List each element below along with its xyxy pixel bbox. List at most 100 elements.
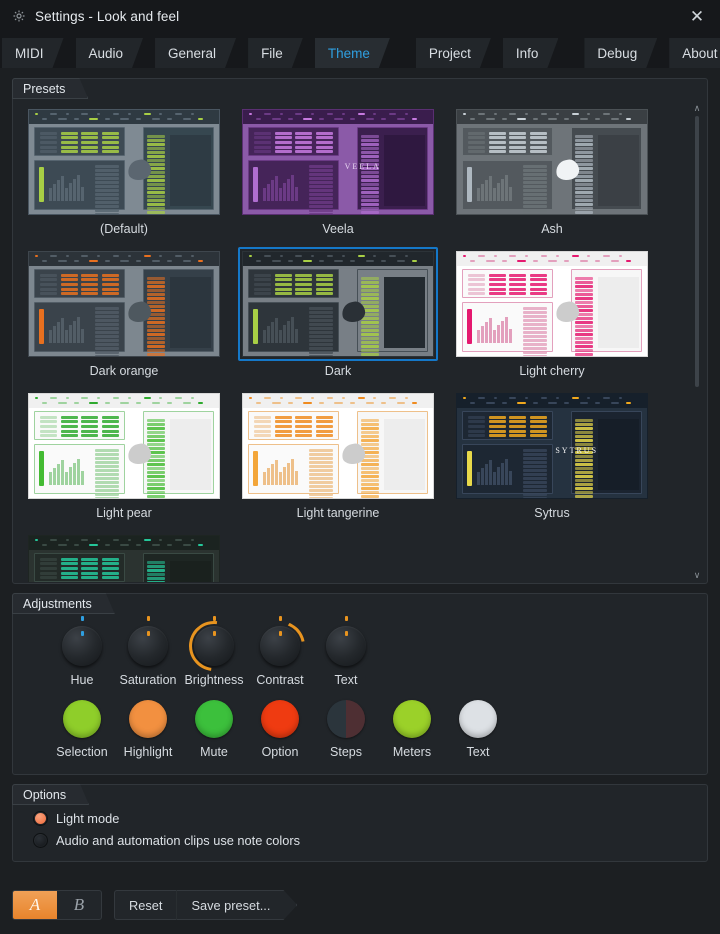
gear-icon <box>13 10 25 22</box>
scrollbar-track[interactable] <box>690 114 704 569</box>
knob-contrast[interactable]: Contrast <box>247 622 313 687</box>
option-row[interactable]: Light mode <box>33 811 707 826</box>
color-swatch-meters[interactable]: Meters <box>379 700 445 759</box>
tab-label: File <box>261 45 283 61</box>
preset-label: Ash <box>541 222 563 236</box>
swatch-label: Text <box>466 745 490 759</box>
tab-file[interactable]: File <box>248 38 303 68</box>
preset-item[interactable]: Ash <box>452 105 652 238</box>
thumb-body <box>457 124 647 214</box>
option-toggle[interactable] <box>33 811 48 826</box>
color-swatch-text[interactable]: Text <box>445 700 511 759</box>
close-icon[interactable]: ✕ <box>684 3 710 29</box>
tab-general[interactable]: General <box>155 38 236 68</box>
preset-thumbnail-frame[interactable] <box>24 247 224 361</box>
thumb-toolbar <box>29 536 219 550</box>
swatch-circle[interactable] <box>459 700 497 738</box>
preset-thumbnail[interactable] <box>28 535 220 582</box>
scroll-up-icon[interactable]: ∧ <box>694 102 701 114</box>
scroll-down-icon[interactable]: ∨ <box>694 569 701 581</box>
preset-thumbnail[interactable]: VEELA <box>242 109 434 215</box>
preset-item[interactable]: Light tangerine <box>238 389 438 522</box>
swatch-label: Option <box>261 745 299 759</box>
preset-thumbnail[interactable] <box>242 393 434 499</box>
tab-strip: MIDI Audio General File Theme Project Info Debu… <box>0 32 720 68</box>
swatch-circle[interactable] <box>261 700 299 738</box>
knob-dial[interactable] <box>62 616 102 666</box>
ab-button-b[interactable]: B <box>57 891 101 919</box>
preset-thumbnail[interactable] <box>28 251 220 357</box>
preset-item[interactable]: (Default) <box>24 105 224 238</box>
knob-dial[interactable] <box>260 626 300 666</box>
color-swatch-highlight[interactable]: Highlight <box>115 700 181 759</box>
reset-button[interactable]: Reset <box>114 890 177 920</box>
color-swatch-mute[interactable]: Mute <box>181 700 247 759</box>
preset-thumbnail-frame[interactable] <box>238 247 438 361</box>
preset-thumbnail-frame[interactable] <box>452 247 652 361</box>
swatch-circle[interactable] <box>195 700 233 738</box>
knob-dial[interactable] <box>128 616 168 666</box>
knob-dial[interactable] <box>178 610 250 682</box>
preset-item[interactable] <box>24 531 224 582</box>
options-list: Light mode Audio and automation clips use… <box>13 785 707 848</box>
knob-brightness[interactable]: Brightness <box>178 610 250 687</box>
tab-audio[interactable]: Audio <box>76 38 144 68</box>
thumb-toolbar <box>457 394 647 408</box>
tab-theme[interactable]: Theme <box>315 38 390 68</box>
thumb-body <box>29 124 219 214</box>
preset-thumbnail[interactable]: SYTRUS <box>456 393 648 499</box>
ab-toggle[interactable]: AB <box>12 890 102 920</box>
options-group: Options Light mode Audio and automation c… <box>12 784 708 862</box>
option-row[interactable]: Audio and automation clips use note colo… <box>33 833 707 848</box>
adjustments-group-title: Adjustments <box>12 593 115 614</box>
preset-item[interactable]: SYTRUS Sytrus <box>452 389 652 522</box>
preset-thumbnail-frame[interactable] <box>24 105 224 219</box>
preset-item[interactable]: Dark <box>238 247 438 380</box>
knob-saturation[interactable]: Saturation <box>115 616 181 687</box>
swatch-circle[interactable] <box>129 700 167 738</box>
knob-dial[interactable] <box>326 616 366 666</box>
preset-thumbnail-frame[interactable]: SYTRUS <box>452 389 652 503</box>
preset-item[interactable]: Light cherry <box>452 247 652 380</box>
presets-scroll-area[interactable]: (Default) VEELA Veela Ash Dark orange Dark Lig… <box>14 101 689 582</box>
preset-item[interactable]: Dark orange <box>24 247 224 380</box>
tab-info[interactable]: Info <box>503 38 559 68</box>
thumb-toolbar <box>29 252 219 266</box>
tab-debug[interactable]: Debug <box>584 38 657 68</box>
preset-thumbnail-frame[interactable] <box>238 389 438 503</box>
preset-thumbnail[interactable] <box>456 109 648 215</box>
preset-thumbnail-frame[interactable] <box>452 105 652 219</box>
swatch-circle[interactable] <box>327 700 365 738</box>
save-preset-button[interactable]: Save preset... <box>176 890 297 920</box>
bottom-bar: AB Reset Save preset... <box>12 890 708 920</box>
preset-thumbnail[interactable] <box>28 393 220 499</box>
tab-about[interactable]: About <box>669 38 720 68</box>
options-group-title: Options <box>12 784 89 805</box>
tab-label: Audio <box>88 45 124 61</box>
ab-button-a[interactable]: A <box>13 891 57 919</box>
thumb-body <box>243 266 433 356</box>
tab-label: General <box>168 45 217 61</box>
preset-thumbnail-frame[interactable]: VEELA <box>238 105 438 219</box>
preset-item[interactable]: Light pear <box>24 389 224 522</box>
preset-thumbnail[interactable] <box>28 109 220 215</box>
color-swatch-steps[interactable]: Steps <box>313 700 379 759</box>
preset-thumbnail-frame[interactable] <box>24 531 224 582</box>
tab-midi[interactable]: MIDI <box>2 38 64 68</box>
preset-item[interactable]: VEELA Veela <box>238 105 438 238</box>
color-swatch-option[interactable]: Option <box>247 700 313 759</box>
knob-text[interactable]: Text <box>313 616 379 687</box>
presets-scrollbar[interactable]: ∧ ∨ <box>690 102 704 581</box>
knob-label: Hue <box>70 673 94 687</box>
option-toggle-fill <box>35 835 46 846</box>
swatch-circle[interactable] <box>393 700 431 738</box>
preset-thumbnail[interactable] <box>242 251 434 357</box>
tab-project[interactable]: Project <box>416 38 491 68</box>
scrollbar-thumb[interactable] <box>695 116 699 387</box>
color-swatch-selection[interactable]: Selection <box>49 700 115 759</box>
swatch-circle[interactable] <box>63 700 101 738</box>
option-toggle[interactable] <box>33 833 48 848</box>
preset-thumbnail-frame[interactable] <box>24 389 224 503</box>
preset-thumbnail[interactable] <box>456 251 648 357</box>
knob-hue[interactable]: Hue <box>49 616 115 687</box>
